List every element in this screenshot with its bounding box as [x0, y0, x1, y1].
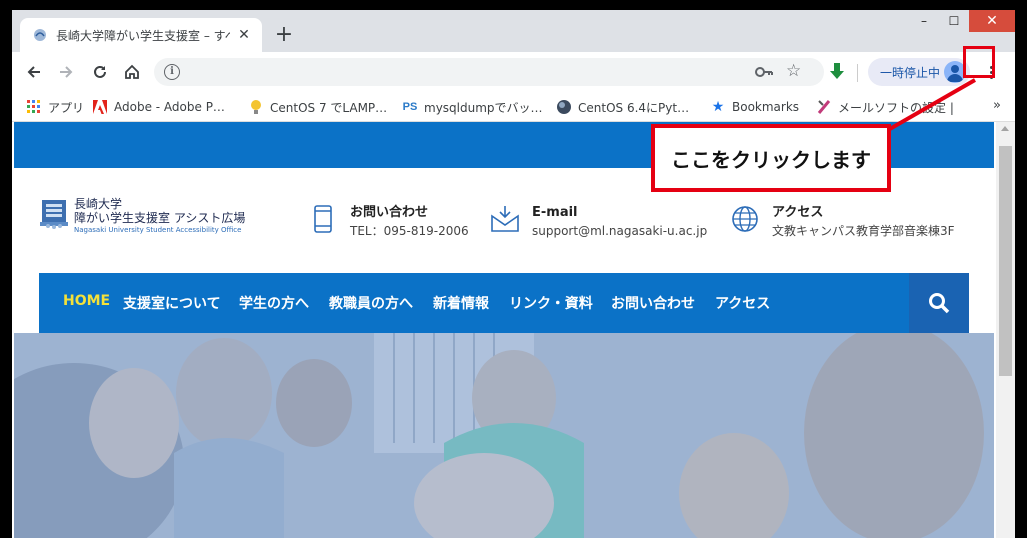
site-logo[interactable]: 長崎大学 障がい学生支援室 アシスト広場 Nagasaki University…	[38, 198, 245, 236]
close-window-button[interactable]: ✕	[969, 10, 1015, 32]
scroll-up-arrow-icon[interactable]	[1001, 126, 1009, 131]
forward-button[interactable]	[54, 60, 78, 84]
window-controls: – ☐ ✕	[909, 10, 1015, 32]
key-icon[interactable]	[754, 63, 774, 81]
page-scrollbar[interactable]	[996, 122, 1015, 538]
forward-arrow-icon	[60, 66, 73, 78]
nav-item-access[interactable]: アクセス	[715, 293, 770, 313]
new-tab-button[interactable]: +	[270, 22, 298, 50]
bookmark-label: メールソフトの設定 |	[838, 100, 954, 115]
bookmarks-bar: アプリ Adobe - Adobe P… CentOS 7 でLAMP… PS …	[12, 92, 1015, 122]
access-location: 文教キャンパス教育学部音楽棟3F	[772, 224, 955, 238]
address-bar[interactable]: i ☆	[154, 58, 824, 86]
site-favicon-icon	[34, 29, 46, 41]
logo-line-2: 障がい学生支援室 アシスト広場	[74, 211, 246, 225]
browser-toolbar: i ☆ 一時停止中	[12, 52, 1015, 92]
email-address[interactable]: support@ml.nagasaki-u.ac.jp	[532, 222, 707, 240]
adobe-icon	[92, 99, 108, 115]
bookmarks-overflow-button[interactable]: »	[993, 98, 1001, 113]
logo-text: 長崎大学 障がい学生支援室 アシスト広場 Nagasaki University…	[74, 198, 245, 236]
minimize-button[interactable]: –	[909, 10, 939, 32]
students-photo	[14, 333, 994, 538]
bookmark-label: アプリ	[48, 100, 85, 115]
bookmark-mail-settings[interactable]: メールソフトの設定 |	[816, 98, 954, 116]
bookmark-label: Adobe - Adobe P…	[114, 100, 225, 114]
nav-item-home[interactable]: HOME	[63, 293, 110, 309]
bookmark-centos-lamp[interactable]: CentOS 7 でLAMP…	[248, 98, 387, 116]
back-arrow-icon	[27, 66, 40, 78]
star-icon: ★	[711, 99, 725, 115]
reload-icon	[94, 65, 106, 78]
lightbulb-icon	[248, 99, 264, 115]
bookmark-label: CentOS 7 でLAMP…	[270, 100, 388, 115]
home-button[interactable]	[120, 60, 144, 84]
site-main-nav: HOME 支援室について 学生の方へ 教職員の方へ 新着情報 リンク・資料 お問…	[39, 273, 969, 333]
phone-icon	[314, 205, 332, 233]
browser-window: 長崎大学障がい学生支援室 – すべ ✕ + – ☐ ✕ i ☆ 一時停止中 アプ…	[12, 10, 1015, 538]
contact-block: お問い合わせ TEL：095-819-2006	[308, 204, 469, 240]
search-icon	[929, 293, 950, 314]
bookmark-adobe[interactable]: Adobe - Adobe P…	[92, 98, 225, 116]
browser-tab[interactable]: 長崎大学障がい学生支援室 – すべ ✕	[20, 18, 262, 52]
bookmark-apps[interactable]: アプリ	[26, 98, 84, 116]
logo-line-3: Nagasaki University Student Accessibilit…	[74, 226, 242, 234]
toolbar-divider	[857, 64, 858, 82]
sync-paused-label: 一時停止中	[880, 65, 941, 80]
bookmark-label: Bookmarks	[732, 100, 800, 114]
email-block: E-mail support@ml.nagasaki-u.ac.jp	[490, 204, 707, 240]
menu-button-highlight	[963, 46, 995, 78]
nav-item-contact[interactable]: お問い合わせ	[611, 293, 695, 313]
reload-button[interactable]	[88, 60, 112, 84]
tab-close-icon[interactable]: ✕	[236, 27, 252, 43]
tab-strip: 長崎大学障がい学生支援室 – すべ ✕ + – ☐ ✕	[12, 10, 1015, 52]
globe-icon	[732, 206, 758, 232]
contact-title: お問い合わせ	[350, 205, 429, 220]
callout-text: ここをクリックします	[671, 147, 871, 172]
globe-icon	[556, 99, 572, 115]
mail-icon	[491, 206, 519, 232]
nav-item-news[interactable]: 新着情報	[433, 293, 489, 313]
hero-image	[14, 333, 994, 538]
apps-grid-icon	[26, 99, 42, 115]
back-button[interactable]	[22, 60, 46, 84]
access-title: アクセス	[772, 205, 824, 220]
maximize-button[interactable]: ☐	[939, 10, 969, 32]
ps-icon: PS	[402, 101, 418, 113]
nav-item-links[interactable]: リンク・資料	[509, 293, 593, 313]
university-emblem-icon	[40, 200, 68, 229]
logo-line-1: 長崎大学	[74, 197, 123, 211]
bookmark-label: CentOS 6.4にPyt…	[578, 100, 690, 115]
scrollbar-thumb[interactable]	[999, 146, 1012, 376]
download-icon[interactable]	[827, 61, 847, 83]
bookmark-mysqldump[interactable]: PS mysqldumpでバッ…	[402, 98, 543, 116]
email-title: E-mail	[532, 205, 578, 220]
bookmark-label: mysqldumpでバッ…	[424, 100, 543, 115]
puzzle-icon	[816, 99, 832, 115]
nav-item-students[interactable]: 学生の方へ	[239, 293, 309, 313]
site-info-icon[interactable]: i	[164, 64, 180, 80]
bookmark-star-icon[interactable]: ☆	[786, 61, 801, 81]
site-search-button[interactable]	[909, 273, 969, 333]
bookmark-centos-python[interactable]: CentOS 6.4にPyt…	[556, 98, 689, 116]
access-block: アクセス 文教キャンパス教育学部音楽棟3F	[730, 204, 955, 240]
nav-item-staff[interactable]: 教職員の方へ	[329, 293, 413, 313]
nav-item-about[interactable]: 支援室について	[123, 293, 221, 313]
contact-phone: TEL：095-819-2006	[350, 224, 469, 238]
home-icon	[125, 64, 139, 79]
bookmark-folder[interactable]: ★ Bookmarks	[710, 98, 799, 116]
instruction-callout: ここをクリックします	[651, 124, 891, 192]
tab-title: 長崎大学障がい学生支援室 – すべ	[56, 28, 230, 43]
